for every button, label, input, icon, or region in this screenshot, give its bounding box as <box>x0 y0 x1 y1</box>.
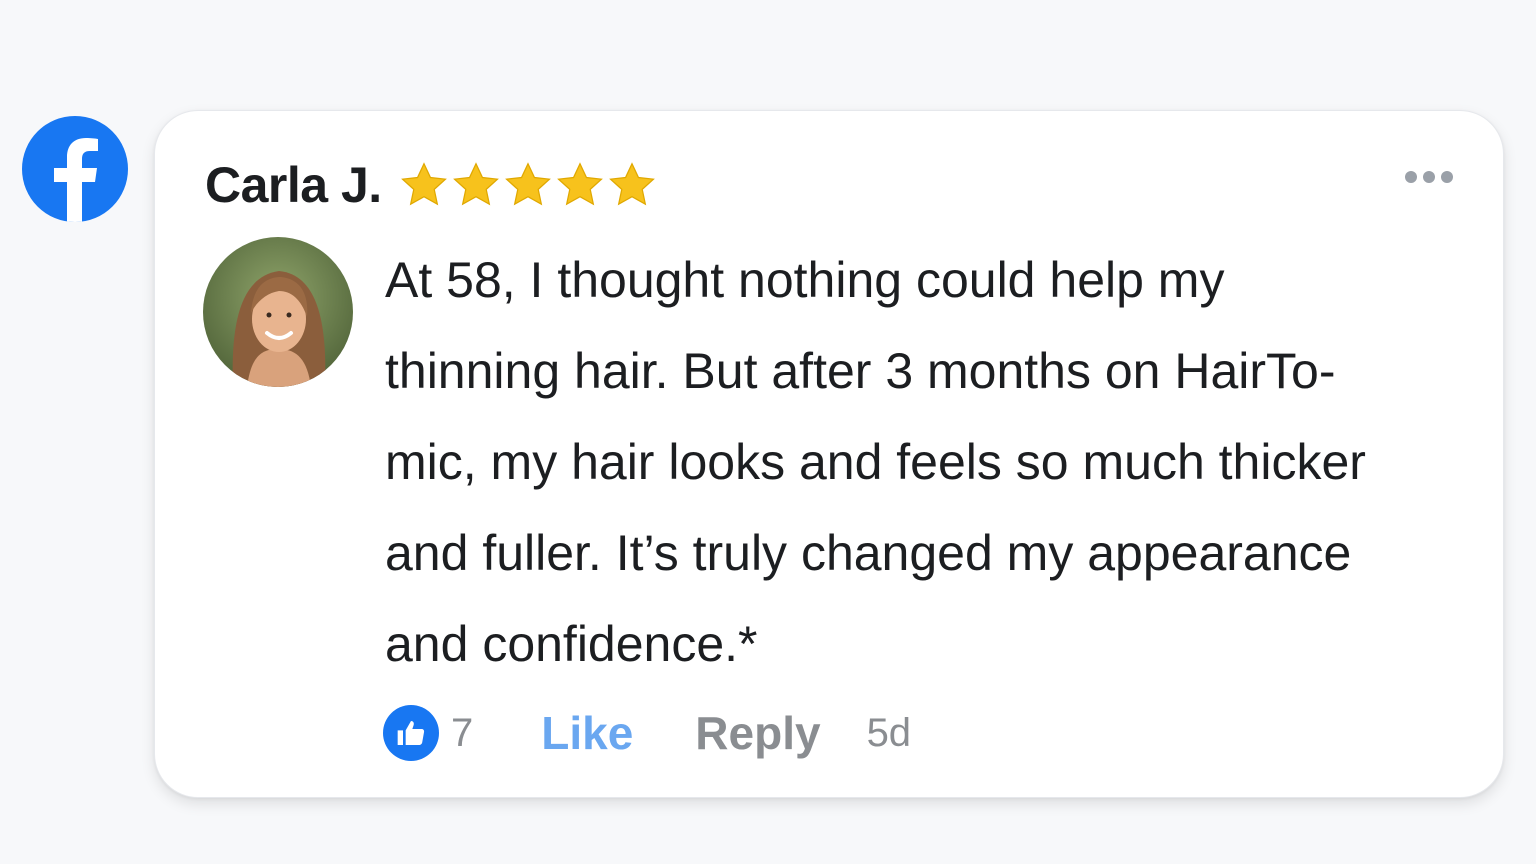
star-icon <box>452 162 499 206</box>
facebook-logo-icon <box>22 116 128 222</box>
star-icon <box>504 162 551 206</box>
star-icon <box>400 162 447 206</box>
reply-button[interactable]: Reply <box>695 706 820 760</box>
comment-text: At 58, I thought nothing could help my t… <box>385 235 1475 690</box>
more-options-icon[interactable] <box>1405 171 1453 183</box>
like-button[interactable]: Like <box>541 706 633 760</box>
star-icon <box>608 162 655 206</box>
comment-text-line: At 58, I thought nothing could help my <box>385 252 1225 308</box>
thumbs-up-icon[interactable] <box>383 705 439 761</box>
page: Carla J. At 58, I thought nothing could … <box>0 0 1536 864</box>
comment-text-line: thinning hair. But after 3 months on Hai… <box>385 343 1336 399</box>
comment-header: Carla J. <box>205 155 658 215</box>
comment-text-line: mic, my hair looks and feels so much thi… <box>385 434 1366 490</box>
star-rating <box>398 160 658 210</box>
comment-card: Carla J. At 58, I thought nothing could … <box>154 110 1504 798</box>
comment-actions: 7 Like Reply 5d <box>383 703 911 763</box>
like-count: 7 <box>451 710 474 755</box>
star-icon <box>556 162 603 206</box>
author-name[interactable]: Carla J. <box>205 156 382 214</box>
avatar[interactable] <box>203 237 353 387</box>
comment-text-line: and confidence.* <box>385 616 758 672</box>
timestamp[interactable]: 5d <box>867 711 912 756</box>
comment-text-line: and fuller. It’s truly changed my appear… <box>385 525 1352 581</box>
